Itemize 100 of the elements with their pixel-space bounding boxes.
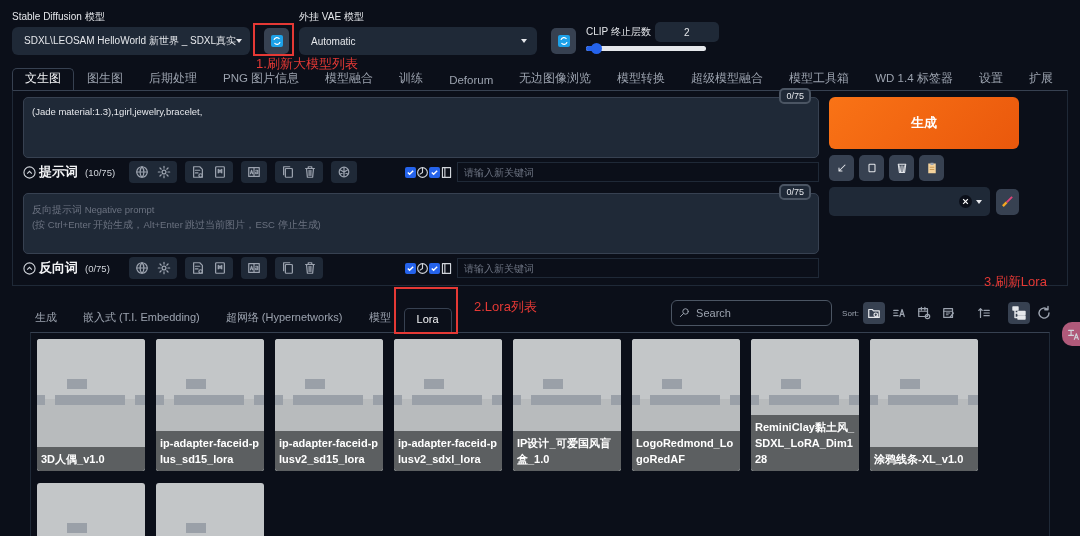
field-label: CLIP 终止层数 [586, 25, 651, 39]
text-compare-icon [247, 165, 261, 179]
clock-icon [416, 165, 429, 179]
tab[interactable]: 图生图 [74, 68, 136, 90]
tab[interactable]: 设置 [965, 68, 1016, 90]
folder-search-icon [867, 306, 881, 320]
tab[interactable]: 嵌入式 (T.I. Embedding) [70, 305, 213, 332]
calendar-add-icon [917, 306, 931, 320]
prompt-label: 提示词 [39, 163, 78, 181]
lora-card[interactable]: ip-adapter-faceid-plus_sd15_lora [156, 339, 264, 471]
brush-icon [1000, 195, 1014, 208]
panel-icon [440, 261, 453, 275]
token-count: (0/75) [85, 262, 110, 274]
card-title: ip-adapter-faceid-plusv2_sd15_lora [275, 431, 383, 471]
lora-card[interactable]: IP设计_可爱国风盲盒_1.0 [513, 339, 621, 471]
trash-icon [303, 261, 317, 275]
refresh-icon [1036, 305, 1052, 321]
tool-button[interactable] [859, 155, 884, 181]
sort-label: Sort: [842, 308, 859, 318]
tab[interactable]: 超级模型融合 [678, 68, 777, 90]
lora-card[interactable]: LogoRedmond_LogoRedAF [632, 339, 740, 471]
card-title: IP设计_可爱国风盲盒_1.0 [513, 431, 621, 471]
card-title: 涂鸦线条-XL_v1.0 [870, 447, 978, 471]
tab[interactable]: Deforum [436, 71, 507, 90]
card-title: ip-adapter-faceid-plusv2_sdxl_lora [394, 431, 502, 471]
search-field[interactable]: Search [671, 300, 833, 326]
model-dropdown[interactable]: Automatic [299, 27, 537, 55]
sort-order-icon [977, 306, 991, 320]
document-icon [191, 165, 205, 179]
lora-card[interactable]: 涂鸦线条-XL_v1.0 [870, 339, 978, 471]
tab[interactable]: WD 1.4 标签器 [862, 68, 966, 90]
bookmark-icon [213, 261, 227, 275]
tab[interactable]: 生成 [22, 305, 70, 332]
panel-icon [440, 165, 453, 179]
tab[interactable]: 后期处理 [136, 68, 210, 90]
arrow-icon [835, 162, 848, 174]
lora-card[interactable]: 3D人偶_v1.0 [37, 339, 145, 471]
settings-icon [157, 261, 171, 275]
number-field[interactable]: 2 [654, 22, 719, 42]
tab[interactable]: 扩展 [1015, 68, 1066, 90]
search-icon [679, 307, 691, 318]
checkbox[interactable] [429, 262, 440, 274]
bookmark-icon [213, 165, 227, 179]
sort-button[interactable] [863, 302, 885, 324]
tree-view-button[interactable] [1008, 302, 1030, 324]
refresh-button[interactable] [551, 28, 576, 54]
checkbox[interactable] [429, 166, 440, 178]
clipboard-icon [925, 162, 938, 174]
refresh-button[interactable] [264, 28, 289, 54]
token-count: (10/75) [85, 166, 116, 178]
translate-button[interactable] [1062, 322, 1080, 346]
keyword-field[interactable]: 请输入新关键词 [457, 162, 819, 182]
tab[interactable]: 文生图 [12, 68, 74, 90]
token-counter: 0/75 [779, 184, 811, 200]
tab[interactable]: 训练 [386, 68, 437, 90]
field-label: 外挂 VAE 模型 [299, 10, 365, 24]
translate-icon [1066, 327, 1080, 341]
checkbox[interactable] [405, 262, 416, 274]
clock-icon [416, 261, 429, 275]
tab[interactable]: 模型工具箱 [776, 68, 863, 90]
tool-button[interactable] [133, 163, 151, 181]
brush-button[interactable] [995, 188, 1019, 215]
card-title: ReminiClay黏土风_SDXL_LoRA_Dim128 [751, 415, 859, 471]
flower-knot-icon [337, 165, 351, 179]
copy-icon [281, 165, 295, 179]
calendar-edit-icon [942, 306, 956, 320]
card-title: LogoRedmond_LogoRedAF [632, 431, 740, 471]
collapse-icon[interactable] [23, 165, 36, 179]
refresh-icon [270, 35, 283, 47]
card-title: 3D人偶_v1.0 [37, 447, 145, 471]
collapse-icon[interactable] [23, 261, 36, 275]
clear-icon [958, 195, 972, 208]
globe-icon [135, 261, 149, 275]
tab[interactable]: Lora [403, 308, 452, 332]
tool-button[interactable] [133, 259, 151, 277]
keyword-field[interactable]: 请输入新关键词 [457, 258, 819, 278]
token-counter: 0/75 [779, 88, 811, 104]
prompt-label: 反向词 [39, 259, 78, 277]
tab[interactable]: 模型 [355, 305, 404, 332]
tab[interactable]: 模型转换 [604, 68, 679, 90]
tab[interactable]: 无边图像浏览 [506, 68, 605, 90]
lora-card[interactable]: ip-adapter-faceid-plusv2_sdxl_lora [394, 339, 502, 471]
annotation-text: 2.Lora列表 [474, 300, 537, 314]
lora-card[interactable]: ReminiClay黏土风_SDXL_LoRA_Dim128 [751, 339, 859, 471]
tab[interactable]: 超网络 (Hypernetworks) [212, 305, 356, 332]
document-icon [191, 261, 205, 275]
model-dropdown[interactable]: SDXL\LEOSAM HelloWorld 新世界 _ SDXL真实 [12, 27, 250, 55]
tool-button[interactable] [829, 155, 854, 181]
slider[interactable] [586, 46, 706, 51]
tool-button[interactable] [919, 155, 944, 181]
tree-icon [1011, 305, 1027, 321]
trash-icon [895, 162, 908, 174]
checkbox[interactable] [405, 166, 416, 178]
lora-card[interactable]: ip-adapter-faceid-plusv2_sd15_lora [275, 339, 383, 471]
trash-icon [303, 165, 317, 179]
text-compare-icon [247, 261, 261, 275]
page-icon [865, 162, 878, 174]
annotation-text: 1.刷新大模型列表 [256, 57, 358, 71]
copy-icon [281, 261, 295, 275]
tool-button[interactable] [889, 155, 914, 181]
